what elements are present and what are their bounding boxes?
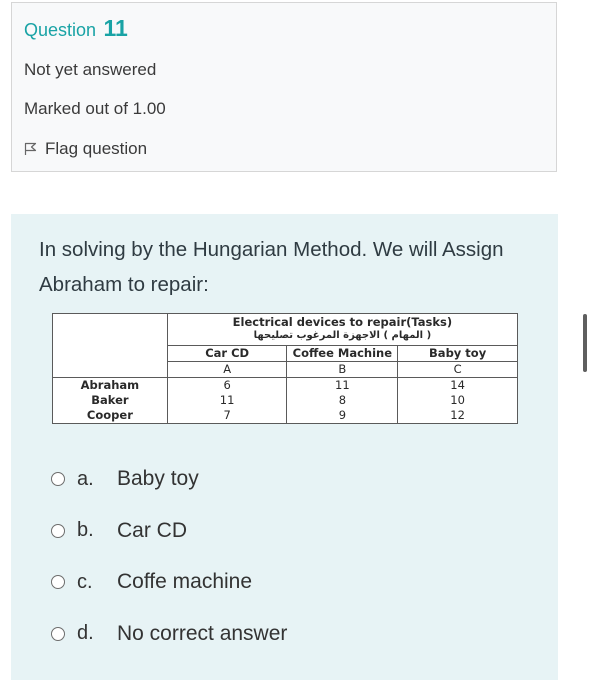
row-name-cooper: Cooper [52, 408, 168, 424]
cost-table: Electrical devices to repair(Tasks) ( ال… [52, 313, 519, 424]
table-cell: 12 [397, 408, 518, 424]
table-cell: 9 [286, 408, 399, 424]
column-header-baby-toy: Baby toy [397, 345, 518, 362]
table-cell: 14 [397, 377, 518, 393]
column-letter-a: A [166, 361, 288, 378]
column-letter-c: C [397, 361, 518, 378]
table-header: Electrical devices to repair(Tasks) ( ال… [166, 313, 519, 346]
radio-button-b[interactable] [51, 523, 65, 538]
table-cell: 11 [286, 377, 399, 393]
option-c[interactable]: c. Coffe machine [51, 569, 287, 595]
column-letter-b: B [286, 361, 399, 378]
table-row: Baker 11 8 10 [52, 393, 518, 408]
table-cell: 10 [397, 393, 518, 408]
table-header-arabic: ( المهام ) الاجهزة المرغوب تصليحها [253, 330, 432, 341]
column-header-coffee-machine: Coffee Machine [286, 345, 399, 362]
scrollbar[interactable] [583, 314, 587, 372]
flag-icon [24, 142, 37, 155]
question-text: In solving by the Hungarian Method. We w… [39, 238, 504, 296]
option-text: Car CD [117, 518, 188, 542]
question-content: In solving by the Hungarian Method. We w… [11, 214, 558, 680]
question-number: 11 [103, 15, 128, 41]
question-title: Question 11 [24, 15, 128, 42]
option-text: No correct answer [117, 621, 288, 645]
table-cell: 6 [166, 377, 288, 393]
flag-question-link[interactable]: Flag question [24, 139, 147, 159]
question-label: Question [24, 20, 97, 40]
table-cell: 11 [166, 393, 288, 408]
option-text: Baby toy [117, 467, 199, 490]
table-cell: 7 [166, 408, 288, 424]
marks-info: Marked out of 1.00 [24, 99, 166, 118]
option-letter: a. [77, 467, 94, 490]
question-info-panel: Question 11 Not yet answered Marked out … [11, 2, 557, 172]
answer-options: a. Baby toy b. Car CD c. Coffe machine d… [51, 466, 287, 672]
option-text: Coffe machine [117, 570, 253, 593]
option-a[interactable]: a. Baby toy [51, 466, 287, 492]
answer-status: Not yet answered [24, 60, 157, 79]
table-row: Cooper 7 9 12 [52, 408, 518, 424]
flag-question-label: Flag question [45, 139, 148, 158]
column-header-car-cd: Car CD [166, 345, 288, 362]
option-b[interactable]: b. Car CD [51, 518, 287, 544]
option-d[interactable]: d. No correct answer [51, 621, 287, 647]
radio-button-d[interactable] [51, 626, 65, 641]
table-corner-cell [52, 313, 168, 378]
table-header-english: Electrical devices to repair(Tasks) [232, 315, 453, 329]
row-name-abraham: Abraham [52, 377, 168, 393]
option-letter: c. [77, 570, 93, 593]
table-cell: 8 [286, 393, 399, 408]
radio-button-c[interactable] [51, 575, 65, 589]
option-letter: b. [77, 519, 94, 541]
radio-button-a[interactable] [51, 472, 65, 486]
table-row: Abraham 6 11 14 [52, 377, 518, 393]
option-letter: d. [77, 622, 94, 644]
row-name-baker: Baker [52, 393, 168, 408]
